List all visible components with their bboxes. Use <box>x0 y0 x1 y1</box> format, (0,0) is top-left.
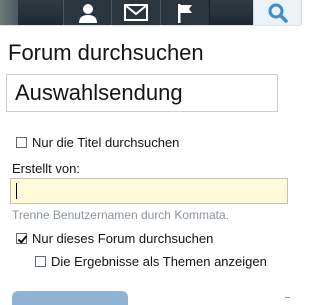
titles-only-checkbox[interactable] <box>16 137 27 148</box>
created-by-field[interactable] <box>10 178 288 204</box>
top-navigation-bar <box>0 0 302 25</box>
titles-only-option[interactable]: Nur die Titel durchsuchen <box>16 135 179 150</box>
mail-icon[interactable] <box>111 0 161 25</box>
search-input[interactable] <box>6 74 278 112</box>
search-icon[interactable] <box>253 0 302 25</box>
titles-only-label: Nur die Titel durchsuchen <box>32 135 180 150</box>
as-threads-option[interactable]: Die Ergebnisse als Themen anzeigen <box>35 254 267 269</box>
created-by-label: Erstellt von: <box>12 161 80 176</box>
as-threads-checkbox[interactable] <box>35 256 46 267</box>
text-cursor <box>16 183 17 199</box>
this-forum-option[interactable]: Nur dieses Forum durchsuchen <box>16 231 213 246</box>
flag-icon[interactable] <box>160 0 210 25</box>
search-submit-button[interactable] <box>12 291 128 305</box>
user-icon[interactable] <box>63 0 113 25</box>
search-panel: Forum durchsuchen Nur die Titel durchsuc… <box>0 25 300 301</box>
page-title: Forum durchsuchen <box>8 40 204 65</box>
header-background-image <box>0 0 18 25</box>
this-forum-label: Nur dieses Forum durchsuchen <box>32 231 214 246</box>
as-threads-label: Die Ergebnisse als Themen anzeigen <box>51 254 267 269</box>
username-hint: Trenne Benutzernamen durch Kommata. <box>12 208 230 222</box>
divider <box>285 297 290 298</box>
this-forum-checkbox[interactable] <box>16 233 27 244</box>
